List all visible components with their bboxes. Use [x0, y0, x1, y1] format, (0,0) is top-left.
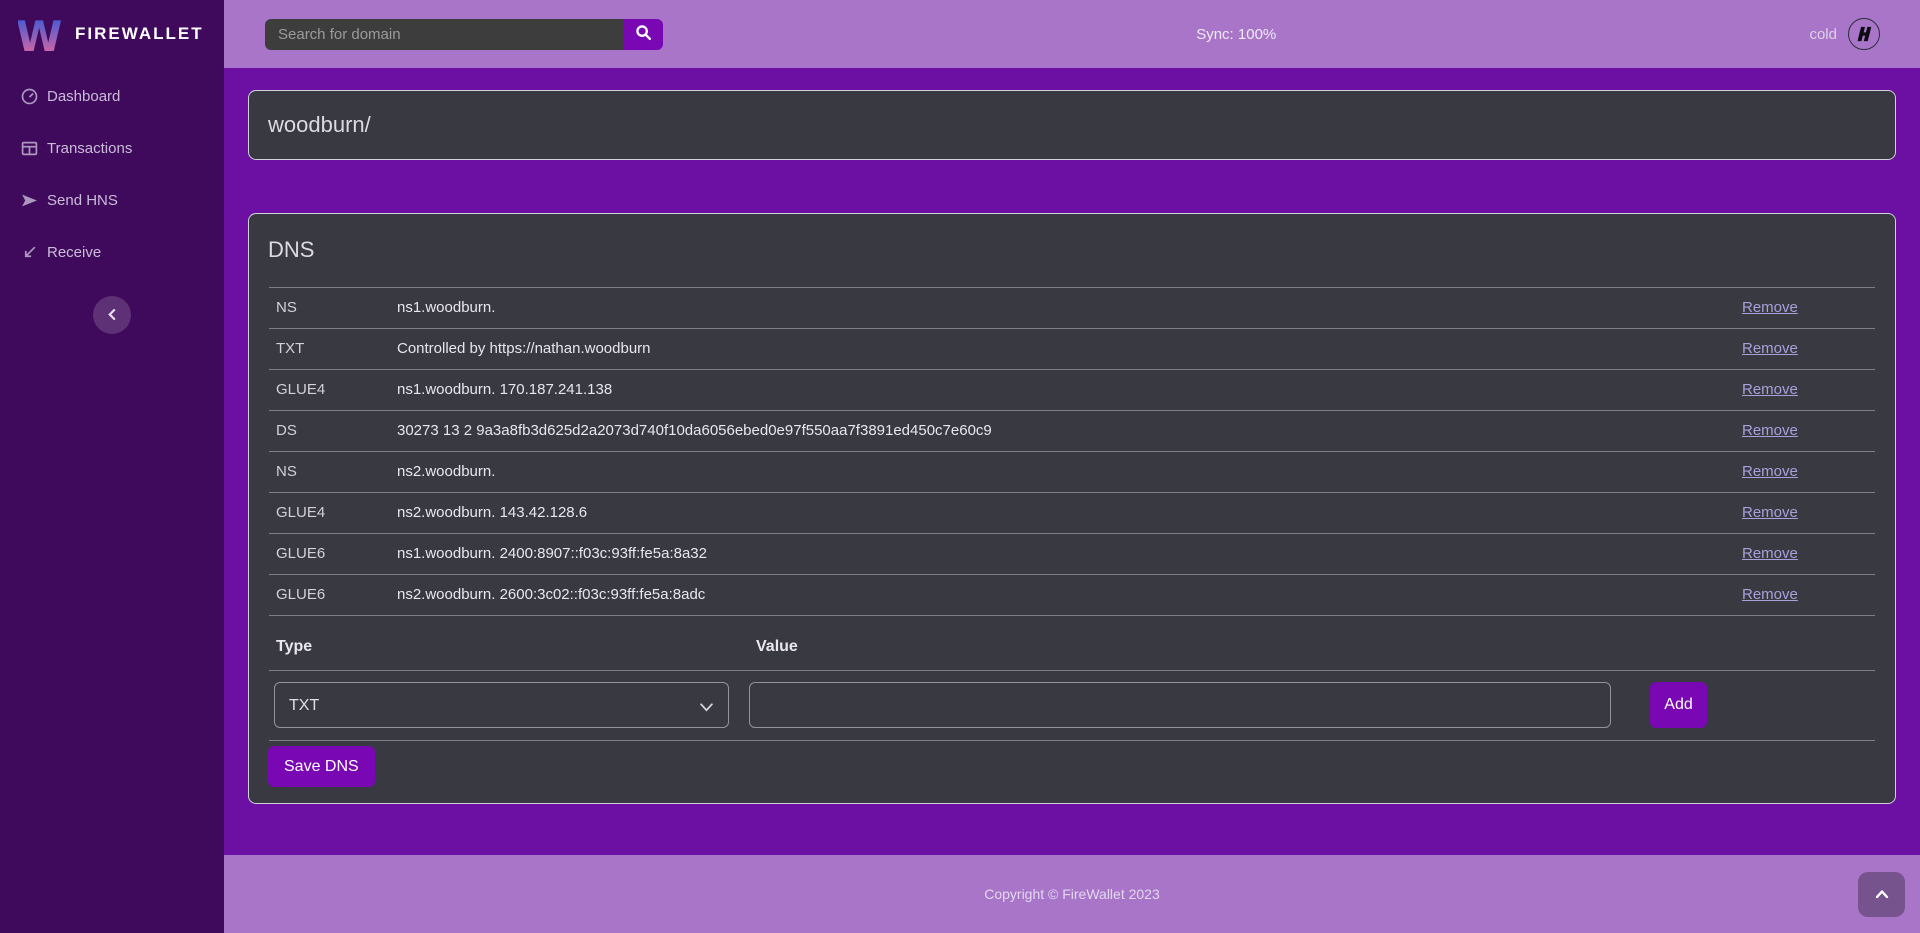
remove-link[interactable]: Remove: [1742, 545, 1798, 562]
add-record-button[interactable]: Add: [1650, 682, 1707, 728]
search-button[interactable]: [623, 19, 663, 50]
sidebar-item-label: Dashboard: [47, 88, 120, 105]
table-row: GLUE6 ns2.woodburn. 2600:3c02::f03c:93ff…: [269, 575, 1875, 616]
record-value: ns2.woodburn.: [397, 452, 1742, 493]
table-row: GLUE4 ns1.woodburn. 170.187.241.138 Remo…: [269, 370, 1875, 411]
firewallet-logo-icon: W: [18, 10, 62, 58]
speedometer-icon: [20, 87, 38, 105]
sidebar-item-label: Receive: [47, 244, 101, 261]
chevron-left-icon: [107, 308, 118, 323]
record-value: ns2.woodburn. 2600:3c02::f03c:93ff:fe5a:…: [397, 575, 1742, 616]
sidebar-item-label: Transactions: [47, 140, 132, 157]
record-type: GLUE6: [269, 534, 397, 575]
record-type: NS: [269, 452, 397, 493]
table-row: NS ns2.woodburn. Remove: [269, 452, 1875, 493]
brand: W FIREWALLET: [0, 0, 224, 68]
arrow-down-left-icon: [20, 243, 38, 261]
table-row: NS ns1.woodburn. Remove: [269, 288, 1875, 329]
remove-link[interactable]: Remove: [1742, 422, 1798, 439]
record-value: ns1.woodburn.: [397, 288, 1742, 329]
remove-link[interactable]: Remove: [1742, 586, 1798, 603]
remove-link[interactable]: Remove: [1742, 299, 1798, 316]
wallet-mode: cold: [1809, 18, 1880, 50]
search-icon: [635, 24, 652, 44]
sync-status: Sync: 100%: [663, 26, 1809, 43]
dns-records-body: NS ns1.woodburn. Remove TXT Controlled b…: [269, 288, 1875, 616]
sidebar-collapse-button[interactable]: [93, 296, 131, 334]
record-type-select[interactable]: TXT: [274, 682, 729, 728]
empty-column-header: [1629, 632, 1875, 671]
domain-card: woodburn/: [248, 90, 1896, 160]
record-value-input[interactable]: [749, 682, 1611, 728]
sidebar-item-receive[interactable]: Receive: [0, 226, 224, 278]
remove-link[interactable]: Remove: [1742, 504, 1798, 521]
record-type: GLUE4: [269, 370, 397, 411]
table-row: DS 30273 13 2 9a3a8fb3d625d2a2073d740f10…: [269, 411, 1875, 452]
table-row: GLUE6 ns1.woodburn. 2400:8907::f03c:93ff…: [269, 534, 1875, 575]
record-type: DS: [269, 411, 397, 452]
copyright-text: Copyright © FireWallet 2023: [984, 886, 1160, 902]
record-value: ns1.woodburn. 2400:8907::f03c:93ff:fe5a:…: [397, 534, 1742, 575]
sidebar-item-dashboard[interactable]: Dashboard: [0, 70, 224, 122]
brand-name: FIREWALLET: [75, 24, 204, 44]
sidebar-nav: Dashboard Transactions Send HNS: [0, 68, 224, 278]
sidebar: W FIREWALLET Dashboard Transactions: [0, 0, 224, 933]
wallet-mode-label: cold: [1809, 26, 1837, 43]
record-value: ns2.woodburn. 143.42.128.6: [397, 493, 1742, 534]
table-row: TXT Controlled by https://nathan.woodbur…: [269, 329, 1875, 370]
record-value: Controlled by https://nathan.woodburn: [397, 329, 1742, 370]
topbar: Sync: 100% cold: [224, 0, 1920, 68]
svg-text:W: W: [18, 12, 62, 58]
record-type: GLUE4: [269, 493, 397, 534]
content-column: Sync: 100% cold woodburn/ DNS: [224, 0, 1920, 933]
sidebar-item-transactions[interactable]: Transactions: [0, 122, 224, 174]
main-content: woodburn/ DNS NS ns1.woodburn. Remove TX…: [224, 68, 1920, 855]
value-column-header: Value: [749, 632, 1629, 671]
dns-section-title: DNS: [249, 214, 1895, 287]
record-value: ns1.woodburn. 170.187.241.138: [397, 370, 1742, 411]
dns-add-form: Type Value TXT: [269, 632, 1875, 741]
chevron-up-icon: [1875, 887, 1889, 902]
paper-plane-icon: [20, 191, 38, 209]
record-type: NS: [269, 288, 397, 329]
remove-link[interactable]: Remove: [1742, 340, 1798, 357]
table-icon: [20, 139, 38, 157]
dns-card: DNS NS ns1.woodburn. Remove TXT Controll…: [248, 213, 1896, 804]
remove-link[interactable]: Remove: [1742, 463, 1798, 480]
dns-records-table: NS ns1.woodburn. Remove TXT Controlled b…: [269, 287, 1875, 616]
save-dns-button[interactable]: Save DNS: [268, 746, 375, 787]
record-type: TXT: [269, 329, 397, 370]
remove-link[interactable]: Remove: [1742, 381, 1798, 398]
type-column-header: Type: [269, 632, 749, 671]
record-type: GLUE6: [269, 575, 397, 616]
footer: Copyright © FireWallet 2023: [224, 855, 1920, 933]
handshake-logo-icon: [1848, 18, 1880, 50]
scroll-to-top-button[interactable]: [1858, 872, 1905, 917]
sidebar-item-send-hns[interactable]: Send HNS: [0, 174, 224, 226]
domain-search: [265, 19, 663, 50]
search-input[interactable]: [265, 19, 623, 50]
table-row: GLUE4 ns2.woodburn. 143.42.128.6 Remove: [269, 493, 1875, 534]
sidebar-item-label: Send HNS: [47, 192, 118, 209]
page-title: woodburn/: [268, 112, 371, 138]
record-type-select-wrap: TXT: [274, 682, 729, 728]
record-value: 30273 13 2 9a3a8fb3d625d2a2073d740f10da6…: [397, 411, 1742, 452]
